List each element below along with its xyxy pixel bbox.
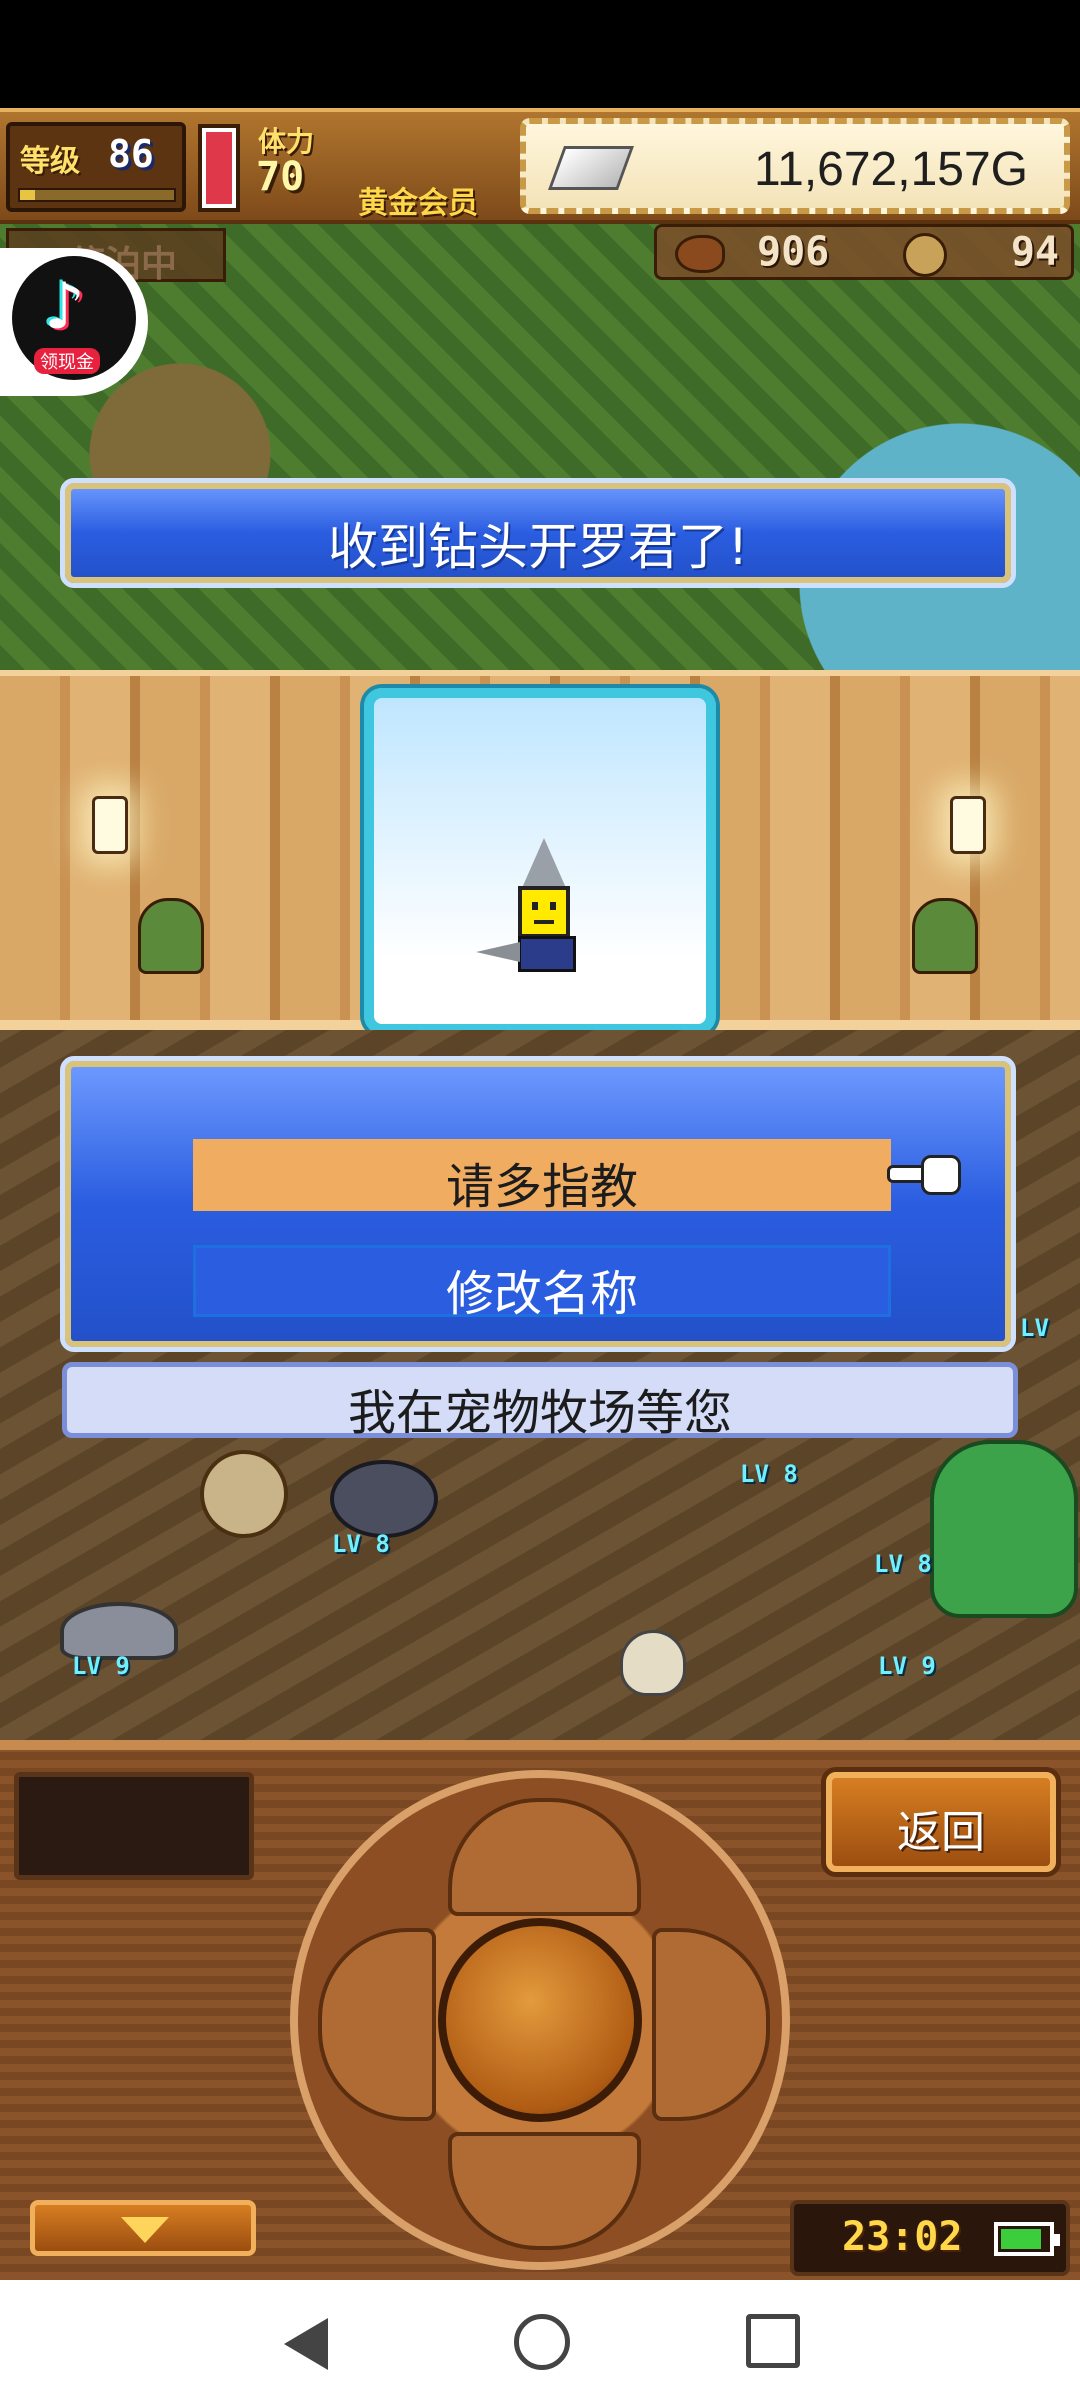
battery-icon	[994, 2222, 1060, 2256]
control-panel: 返回 23:02	[0, 1740, 1080, 2280]
treasure-sack-icon	[620, 1630, 686, 1696]
directional-pad[interactable]	[290, 1770, 790, 2270]
choice-menu: 请多指教 修改名称	[60, 1056, 1016, 1352]
pointer-hand-icon	[887, 1153, 961, 1195]
robot-eyes	[532, 902, 538, 910]
tiktok-note-icon: ♪	[44, 270, 85, 344]
lantern-right-icon	[950, 796, 986, 854]
resource-bar: 906 94	[654, 224, 1074, 280]
robot-face	[518, 886, 570, 938]
pet-level-tag: LV 9	[72, 1652, 130, 1680]
pet-level-tag: LV	[1020, 1314, 1049, 1342]
system-status-bar	[0, 0, 1080, 108]
pet-green-dragon	[930, 1440, 1078, 1618]
nav-recents-icon[interactable]	[746, 2314, 800, 2368]
stamina-value: 70	[256, 154, 305, 200]
stamina-gauge-fill	[206, 132, 232, 204]
level-label: 等级	[20, 144, 80, 179]
option-rename-label: 修改名称	[445, 1266, 638, 1322]
nav-home-icon[interactable]	[514, 2314, 570, 2370]
clock-panel: 23:02	[790, 2200, 1070, 2276]
character-portrait-frame	[364, 688, 716, 1034]
pet-level-tag: LV 8	[332, 1530, 390, 1558]
medal-icon	[903, 233, 947, 277]
clock-time: 23:02	[842, 2214, 963, 2260]
stamina-gauge	[198, 124, 240, 212]
system-navigation-bar	[0, 2280, 1080, 2400]
dpad-right-button[interactable]	[652, 1928, 770, 2121]
lantern-left-icon	[92, 796, 128, 854]
battery-fill	[1001, 2229, 1041, 2249]
room-scene	[0, 670, 1080, 1034]
gold-panel: 11,672,157G	[520, 118, 1070, 214]
notice-message: 收到钻头开罗君了!	[327, 518, 749, 576]
pet-level-tag: LV 9	[878, 1652, 936, 1680]
gold-amount: 11,672,157G	[753, 143, 1028, 196]
option-greet-button[interactable]: 请多指教	[193, 1139, 891, 1215]
food-icon	[675, 235, 725, 273]
item-slot[interactable]	[14, 1772, 254, 1880]
arrow-down-icon	[121, 2217, 169, 2243]
level-value: 86	[108, 132, 154, 176]
game-hud: 等级 86 体力 70 黄金会员 11,672,157G	[0, 108, 1080, 224]
tiktok-widget[interactable]: ♪ 领现金	[0, 248, 148, 396]
dpad-left-button[interactable]	[318, 1928, 436, 2121]
drill-tip-icon	[522, 838, 566, 888]
gold-bar-icon	[547, 146, 635, 190]
npc-right	[912, 898, 978, 974]
back-button-label: 返回	[897, 1807, 985, 1858]
pet-level-tag: LV 8	[874, 1550, 932, 1578]
level-box: 等级 86	[6, 122, 186, 212]
message-bar-text: 我在宠物牧场等您	[347, 1385, 732, 1441]
notice-banner: 收到钻头开罗君了!	[60, 478, 1016, 588]
message-bar: 我在宠物牧场等您	[62, 1362, 1018, 1441]
round-table	[200, 1450, 288, 1538]
experience-bar	[18, 188, 176, 202]
option-rename-button[interactable]: 修改名称	[193, 1245, 891, 1322]
pointer-palm	[921, 1155, 961, 1195]
medal-count: 94	[1010, 229, 1059, 275]
dpad-down-button[interactable]	[448, 2132, 641, 2250]
dpad-center-button[interactable]	[438, 1918, 642, 2122]
drill-arm-icon	[476, 942, 520, 962]
pet-level-tag: LV 8	[740, 1460, 798, 1488]
pet-rock-beast	[330, 1460, 438, 1538]
dpad-up-button[interactable]	[448, 1798, 641, 1916]
tiktok-logo-icon: ♪ 领现金	[12, 256, 136, 380]
back-button[interactable]: 返回	[826, 1772, 1056, 1872]
nav-back-icon[interactable]	[284, 2318, 328, 2370]
option-greet-label: 请多指教	[445, 1159, 638, 1215]
member-label: 黄金会员	[358, 186, 478, 221]
game-world-top: 停泊中 906 94 ♪ 领现金 收到钻头开罗君了!	[0, 224, 1080, 670]
game-world-bottom: 请多指教 修改名称 我在宠物牧场等您 LV 8 LV 8 LV 9 LV 9 L…	[0, 1030, 1080, 1740]
robot-body	[518, 936, 576, 972]
tiktok-badge: 领现金	[34, 348, 100, 374]
experience-bar-fill	[20, 190, 36, 200]
menu-toggle-button[interactable]	[30, 2200, 256, 2256]
food-count: 906	[757, 229, 830, 275]
npc-left	[138, 898, 204, 974]
robot-mouth	[534, 920, 554, 924]
drill-kairo-character	[474, 838, 614, 978]
battery-tip	[1054, 2234, 1060, 2246]
